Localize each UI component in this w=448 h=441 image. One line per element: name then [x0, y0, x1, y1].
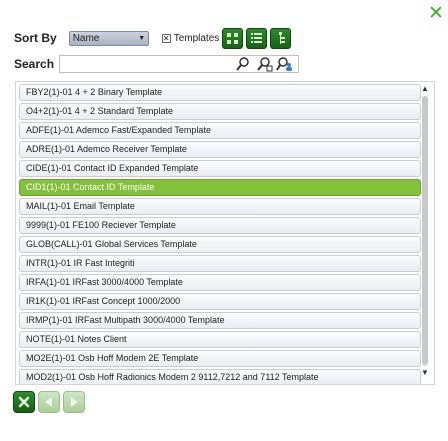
previous-button[interactable] [38, 391, 60, 413]
template-name: 4 + 2 Binary Template [75, 87, 163, 97]
template-row[interactable]: O4+2(1)-01 4 + 2 Standard Template [19, 103, 421, 120]
template-row[interactable]: IRFA(1)-01 IRFast 3000/4000 Template [19, 274, 421, 291]
template-name: Notes Client [77, 334, 127, 344]
template-name: IR Fast Integriti [73, 258, 135, 268]
tree-view-button[interactable] [270, 27, 292, 49]
sort-toolbar: Sort By Name ▼ ✕ Templates [14, 27, 292, 49]
template-name: Contact ID Expanded Template [74, 163, 199, 173]
template-code: ADRE(1)-01 [26, 144, 76, 154]
template-name: FE100 Reciever Template [72, 220, 176, 230]
template-code: MO2E(1)-01 [26, 353, 76, 363]
templates-checkbox[interactable]: ✕ [161, 33, 171, 43]
template-code: GLOB(CALL)-01 [26, 239, 93, 249]
template-code: CIDE(1)-01 [26, 163, 72, 173]
template-code: FBY2(1)-01 [26, 87, 73, 97]
close-button[interactable]: ✕ [427, 4, 445, 23]
template-code: IR1K(1)-01 [26, 296, 71, 306]
footer-buttons [13, 391, 85, 413]
template-name: IRFast Concept 1000/2000 [72, 296, 181, 306]
template-row[interactable]: NOTE(1)-01 Notes Client [19, 331, 421, 348]
cancel-icon [18, 396, 30, 408]
template-code: INTR(1)-01 [26, 258, 72, 268]
next-icon [71, 397, 78, 407]
sort-by-label: Sort By [14, 31, 57, 45]
list-view-button[interactable] [246, 27, 268, 49]
scroll-down-icon[interactable]: ▼ [420, 368, 430, 378]
scroll-track[interactable] [422, 96, 428, 366]
next-button[interactable] [63, 391, 85, 413]
template-row[interactable]: FBY2(1)-01 4 + 2 Binary Template [19, 84, 421, 101]
template-name: Contact ID Template [73, 182, 155, 192]
template-name: Ademco Receiver Template [77, 144, 187, 154]
template-row[interactable]: IRMP(1)-01 IRFast Multipath 3000/4000 Te… [19, 312, 421, 329]
advanced-search-icon[interactable] [255, 56, 273, 72]
search-tools [234, 56, 294, 72]
template-row[interactable]: GLOB(CALL)-01 Global Services Template [19, 236, 421, 253]
template-name: Ademco Fast/Expanded Template [76, 125, 211, 135]
grid-view-icon [227, 32, 239, 44]
previous-icon [45, 397, 52, 407]
template-row[interactable]: MAIL(1)-01 Email Template [19, 198, 421, 215]
tree-view-icon [279, 31, 286, 44]
template-name: Osb Hoff Modem 2E Template [78, 353, 199, 363]
template-code: CID1(1)-01 [26, 182, 71, 192]
scrollbar[interactable]: ▲ ▼ [420, 84, 430, 382]
sort-by-value: Name [72, 32, 100, 44]
template-row[interactable]: IR1K(1)-01 IRFast Concept 1000/2000 [19, 293, 421, 310]
template-name: Osb Hoff Radionics Modem 2 9112,7212 and… [78, 372, 319, 382]
template-code: MAIL(1)-01 [26, 201, 72, 211]
search-user-icon[interactable] [276, 56, 294, 72]
template-name: IRFast 3000/4000 Template [72, 277, 183, 287]
template-code: IRMP(1)-01 [26, 315, 73, 325]
template-row[interactable]: MOD2(1)-01 Osb Hoff Radionics Modem 2 91… [19, 369, 421, 384]
template-code: O4+2(1)-01 [26, 106, 73, 116]
template-name: IRFast Multipath 3000/4000 Template [75, 315, 225, 325]
template-row[interactable]: CID1(1)-01 Contact ID Template [19, 179, 421, 196]
template-code: ADFE(1)-01 [26, 125, 75, 135]
template-row[interactable]: ADFE(1)-01 Ademco Fast/Expanded Template [19, 122, 421, 139]
template-name: Email Template [73, 201, 135, 211]
template-row[interactable]: CIDE(1)-01 Contact ID Expanded Template [19, 160, 421, 177]
template-list: FBY2(1)-01 4 + 2 Binary Template O4+2(1)-… [15, 81, 435, 385]
search-label: Search [14, 57, 55, 71]
template-code: IRFA(1)-01 [26, 277, 71, 287]
template-list-items: FBY2(1)-01 4 + 2 Binary Template O4+2(1)-… [19, 84, 421, 384]
templates-label: Templates [173, 32, 220, 44]
template-code: MOD2(1)-01 [26, 372, 77, 382]
scroll-up-icon[interactable]: ▲ [420, 84, 430, 94]
cancel-button[interactable] [13, 391, 35, 413]
template-code: 9999(1)-01 [26, 220, 71, 230]
grid-view-button[interactable] [222, 27, 244, 49]
template-row[interactable]: MO2E(1)-01 Osb Hoff Modem 2E Template [19, 350, 421, 367]
template-row[interactable]: ADRE(1)-01 Ademco Receiver Template [19, 141, 421, 158]
template-name: Global Services Template [95, 239, 197, 249]
scroll-thumb[interactable] [422, 96, 428, 364]
template-name: 4 + 2 Standard Template [74, 106, 173, 116]
template-row[interactable]: 9999(1)-01 FE100 Reciever Template [19, 217, 421, 234]
search-row: Search [14, 55, 54, 73]
sort-by-select[interactable]: Name ▼ [68, 30, 149, 46]
search-icon[interactable] [234, 56, 252, 72]
template-row[interactable]: INTR(1)-01 IR Fast Integriti [19, 255, 421, 272]
list-view-icon [251, 32, 263, 43]
chevron-down-icon: ▼ [138, 34, 146, 42]
template-code: NOTE(1)-01 [26, 334, 76, 344]
